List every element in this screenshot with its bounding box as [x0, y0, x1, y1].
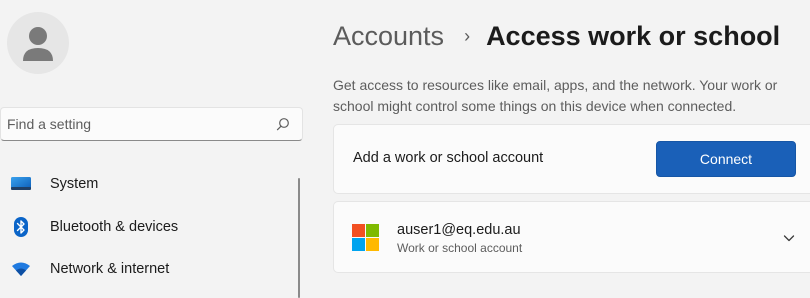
breadcrumb: Accounts › Access work or school [333, 18, 780, 54]
sidebar-item-network[interactable]: Network & internet [0, 249, 290, 289]
person-icon [23, 27, 53, 61]
sidebar-item-label: Bluetooth & devices [50, 219, 179, 235]
add-account-label: Add a work or school account [353, 150, 544, 166]
sidebar-item-bluetooth[interactable]: Bluetooth & devices [0, 207, 290, 247]
connect-button[interactable]: Connect [656, 141, 796, 177]
microsoft-logo-icon [352, 224, 379, 251]
main-content: Accounts › Access work or school Get acc… [333, 0, 810, 298]
sidebar-item-label: System [50, 176, 99, 192]
account-email: auser1@eq.edu.au [397, 222, 521, 238]
sidebar-scrollbar[interactable] [298, 178, 300, 298]
page-title: Access work or school [486, 21, 781, 51]
account-card[interactable]: auser1@eq.edu.au Work or school account [333, 201, 810, 273]
wifi-icon [10, 258, 32, 280]
sidebar-item-system[interactable]: System [0, 164, 290, 204]
breadcrumb-accounts-link[interactable]: Accounts [333, 18, 444, 54]
chevron-down-icon[interactable] [781, 230, 797, 246]
search-box [0, 107, 303, 141]
account-type: Work or school account [397, 241, 523, 255]
bluetooth-icon [10, 216, 32, 238]
breadcrumb-separator: › [464, 26, 471, 46]
user-avatar[interactable] [7, 12, 69, 74]
search-icon[interactable] [276, 117, 290, 131]
sidebar: System Bluetooth & devices Network & int… [0, 0, 305, 298]
add-account-card: Add a work or school account Connect [333, 124, 810, 194]
page-description: Get access to resources like email, apps… [333, 77, 778, 114]
monitor-icon [10, 173, 32, 195]
sidebar-item-label: Network & internet [50, 261, 170, 277]
search-input[interactable] [7, 108, 262, 140]
